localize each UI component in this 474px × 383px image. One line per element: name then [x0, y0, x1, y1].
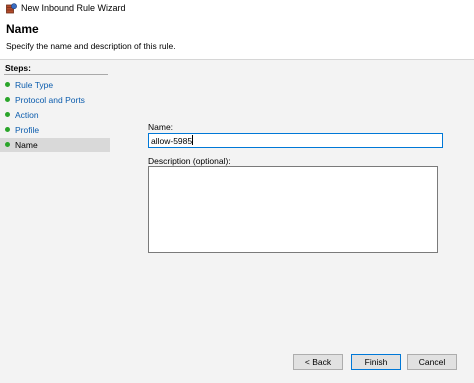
step-label: Profile [15, 125, 40, 135]
text-caret [192, 135, 194, 145]
step-complete-dot-icon [5, 82, 10, 87]
cancel-button[interactable]: Cancel [407, 354, 457, 370]
wizard-content: Name: allow-5985 Description (optional):… [110, 60, 474, 383]
name-input-value: allow-5985 [151, 135, 194, 146]
step-action[interactable]: Action [0, 108, 110, 122]
steps-sidebar: Steps: Rule Type Protocol and Ports Acti… [0, 60, 110, 383]
name-label: Name: [148, 122, 174, 132]
description-label: Description (optional): [148, 156, 231, 166]
step-label: Name [15, 140, 38, 150]
page-title: Name [6, 22, 39, 36]
step-name[interactable]: Name [0, 138, 110, 152]
step-label: Rule Type [15, 80, 54, 90]
finish-button[interactable]: Finish [351, 354, 401, 370]
step-label: Protocol and Ports [15, 95, 85, 105]
steps-heading: Steps: [5, 63, 31, 73]
step-label: Action [15, 110, 39, 120]
step-rule-type[interactable]: Rule Type [0, 78, 110, 92]
steps-divider [4, 74, 108, 75]
name-input[interactable]: allow-5985 [148, 133, 443, 148]
window-title: New Inbound Rule Wizard [21, 3, 126, 13]
wizard-header: Name Specify the name and description of… [0, 18, 474, 59]
description-textarea[interactable] [148, 166, 438, 253]
step-profile[interactable]: Profile [0, 123, 110, 137]
step-complete-dot-icon [5, 127, 10, 132]
back-button[interactable]: < Back [293, 354, 343, 370]
firewall-rule-icon [6, 3, 17, 14]
step-protocol-and-ports[interactable]: Protocol and Ports [0, 93, 110, 107]
title-bar[interactable]: New Inbound Rule Wizard [0, 0, 474, 18]
step-complete-dot-icon [5, 112, 10, 117]
page-description: Specify the name and description of this… [6, 41, 176, 51]
step-complete-dot-icon [5, 97, 10, 102]
step-current-dot-icon [5, 142, 10, 147]
